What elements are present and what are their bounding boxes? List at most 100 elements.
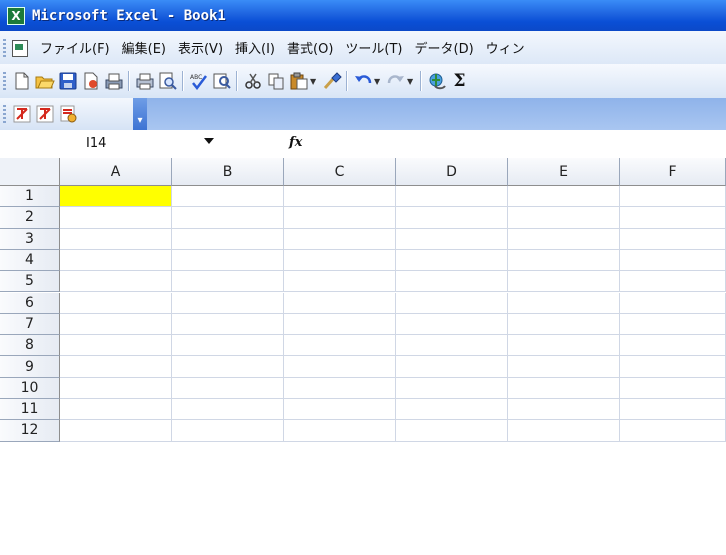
cell-f8[interactable] xyxy=(620,335,726,357)
cell-d11[interactable] xyxy=(396,399,508,421)
name-box-dropdown-icon[interactable] xyxy=(204,138,214,144)
cell-b8[interactable] xyxy=(172,335,284,357)
cell-c7[interactable] xyxy=(284,313,396,336)
formula-input[interactable] xyxy=(316,133,724,155)
print-preview-icon[interactable] xyxy=(102,70,125,93)
cell-b10[interactable] xyxy=(172,377,284,399)
cell-c3[interactable] xyxy=(284,228,396,250)
research-icon[interactable] xyxy=(210,70,233,93)
cell-a5[interactable] xyxy=(60,271,172,293)
toolbar-options-icon[interactable]: ▾ xyxy=(133,98,147,130)
cell-a1[interactable] xyxy=(60,186,172,208)
menu-data[interactable]: データ(D) xyxy=(409,35,480,60)
cut-icon[interactable] xyxy=(241,70,264,93)
cell-f11[interactable] xyxy=(620,399,726,421)
cell-e5[interactable] xyxy=(508,271,620,293)
cell-c2[interactable] xyxy=(284,207,396,229)
column-header-b[interactable]: B xyxy=(172,158,284,186)
column-header-c[interactable]: C xyxy=(284,158,396,186)
cell-e1[interactable] xyxy=(508,186,620,208)
undo-dropdown-icon[interactable]: ▼ xyxy=(374,77,382,86)
cell-d9[interactable] xyxy=(396,356,508,378)
toolbar-grip[interactable] xyxy=(3,38,6,57)
cell-a12[interactable] xyxy=(60,420,172,442)
column-header-d[interactable]: D xyxy=(396,158,508,186)
cell-d2[interactable] xyxy=(396,207,508,229)
cell-f12[interactable] xyxy=(620,420,726,442)
spelling-icon[interactable]: ABC xyxy=(187,70,210,93)
new-icon[interactable] xyxy=(10,70,33,93)
cell-f2[interactable] xyxy=(620,207,726,229)
cell-b5[interactable] xyxy=(172,271,284,293)
column-header-a[interactable]: A xyxy=(60,158,172,186)
pdf-review-icon[interactable] xyxy=(56,103,79,126)
name-box[interactable]: I14 xyxy=(0,133,196,155)
cell-e12[interactable] xyxy=(508,420,620,442)
cell-c4[interactable] xyxy=(284,249,396,272)
cell-d12[interactable] xyxy=(396,420,508,442)
row-header-2[interactable]: 2 xyxy=(0,207,60,229)
row-header-11[interactable]: 11 xyxy=(0,399,60,421)
pdf-email-icon[interactable] xyxy=(33,103,56,126)
row-header-1[interactable]: 1 xyxy=(0,186,60,208)
cell-d4[interactable] xyxy=(396,249,508,272)
cell-d8[interactable] xyxy=(396,335,508,357)
row-header-8[interactable]: 8 xyxy=(0,335,60,357)
undo-icon[interactable] xyxy=(351,70,374,93)
row-header-3[interactable]: 3 xyxy=(0,228,60,250)
menu-edit[interactable]: 編集(E) xyxy=(116,35,172,60)
autosum-icon[interactable]: Σ xyxy=(448,70,471,93)
cell-c9[interactable] xyxy=(284,356,396,378)
cell-a8[interactable] xyxy=(60,335,172,357)
cell-e6[interactable] xyxy=(508,292,620,314)
cell-f10[interactable] xyxy=(620,377,726,399)
copy-icon[interactable] xyxy=(264,70,287,93)
cell-c8[interactable] xyxy=(284,335,396,357)
cell-b6[interactable] xyxy=(172,292,284,314)
cell-b9[interactable] xyxy=(172,356,284,378)
row-header-12[interactable]: 12 xyxy=(0,420,60,442)
cell-d1[interactable] xyxy=(396,186,508,208)
cell-b1[interactable] xyxy=(172,186,284,208)
hyperlink-icon[interactable] xyxy=(425,70,448,93)
cell-f1[interactable] xyxy=(620,186,726,208)
cell-e11[interactable] xyxy=(508,399,620,421)
cell-d5[interactable] xyxy=(396,271,508,293)
open-icon[interactable] xyxy=(33,70,56,93)
cell-a6[interactable] xyxy=(60,292,172,314)
cell-c10[interactable] xyxy=(284,377,396,399)
cell-a11[interactable] xyxy=(60,399,172,421)
cell-f7[interactable] xyxy=(620,313,726,336)
row-header-10[interactable]: 10 xyxy=(0,377,60,399)
format-painter-icon[interactable] xyxy=(320,70,343,93)
cell-e8[interactable] xyxy=(508,335,620,357)
redo-icon[interactable] xyxy=(384,70,407,93)
cell-f9[interactable] xyxy=(620,356,726,378)
cell-d6[interactable] xyxy=(396,292,508,314)
cell-b2[interactable] xyxy=(172,207,284,229)
menu-window[interactable]: ウィン xyxy=(480,35,531,60)
menu-format[interactable]: 書式(O) xyxy=(281,35,339,60)
menu-view[interactable]: 表示(V) xyxy=(172,35,229,60)
cell-a9[interactable] xyxy=(60,356,172,378)
cell-b3[interactable] xyxy=(172,228,284,250)
cell-c1[interactable] xyxy=(284,186,396,208)
cell-e2[interactable] xyxy=(508,207,620,229)
print-icon[interactable] xyxy=(133,70,156,93)
preview-icon[interactable] xyxy=(156,70,179,93)
cell-e4[interactable] xyxy=(508,249,620,272)
paste-icon[interactable] xyxy=(287,70,310,93)
toolbar-grip[interactable] xyxy=(3,105,6,123)
workbook-menu-icon[interactable] xyxy=(10,39,30,57)
cell-e10[interactable] xyxy=(508,377,620,399)
cell-b7[interactable] xyxy=(172,313,284,336)
row-header-5[interactable]: 5 xyxy=(0,271,60,293)
select-all-button[interactable] xyxy=(0,158,60,186)
column-header-e[interactable]: E xyxy=(508,158,620,186)
cell-a7[interactable] xyxy=(60,313,172,336)
menu-file[interactable]: ファイル(F) xyxy=(34,35,116,60)
cell-a2[interactable] xyxy=(60,207,172,229)
column-header-f[interactable]: F xyxy=(620,158,726,186)
row-header-6[interactable]: 6 xyxy=(0,292,60,314)
cell-c6[interactable] xyxy=(284,292,396,314)
